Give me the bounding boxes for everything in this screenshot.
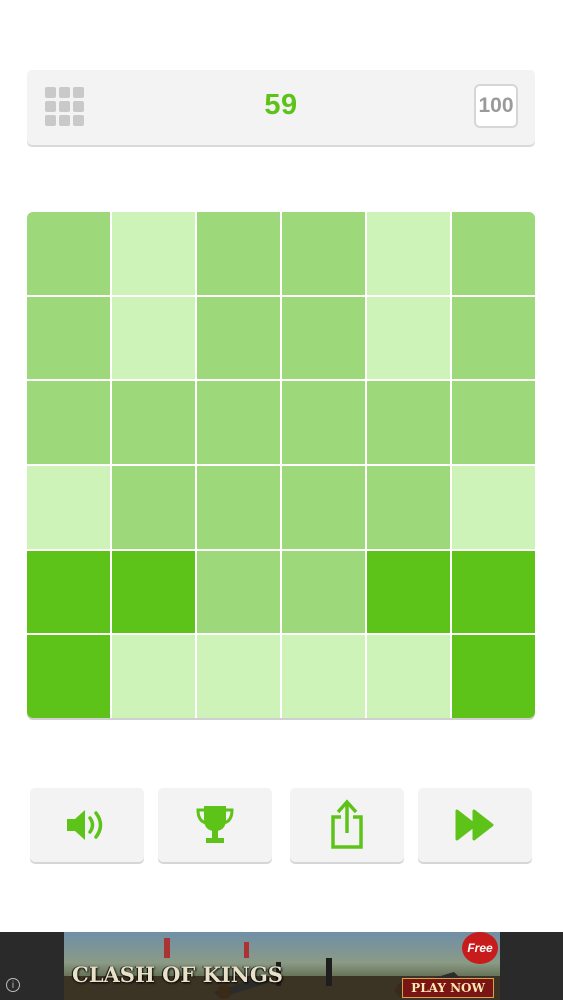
board-tile[interactable] <box>367 465 450 549</box>
header-bar: 59 100 <box>27 70 535 145</box>
info-icon[interactable]: i <box>6 978 20 992</box>
board-tile[interactable] <box>197 465 280 549</box>
board-tile[interactable] <box>452 381 535 464</box>
board-tile[interactable] <box>452 635 535 718</box>
board-tile[interactable] <box>112 550 195 634</box>
board-tile[interactable] <box>112 635 195 718</box>
level-number: 59 <box>264 89 298 121</box>
ad-title: CLASH OF KINGS <box>72 962 283 987</box>
board-tile[interactable] <box>27 465 110 549</box>
board-tile[interactable] <box>282 212 365 295</box>
ad-play-now-button[interactable]: PLAY NOW <box>402 978 494 998</box>
share-button[interactable] <box>290 788 404 862</box>
board-tile[interactable] <box>367 381 450 464</box>
board-tile[interactable] <box>452 550 535 634</box>
trophy-icon <box>196 806 234 843</box>
board-tile[interactable] <box>27 296 110 380</box>
board-tile[interactable] <box>282 635 365 718</box>
board-tile[interactable] <box>367 550 450 634</box>
board-tile[interactable] <box>112 465 195 549</box>
board-tile[interactable] <box>367 212 450 295</box>
board-tile[interactable] <box>282 381 365 464</box>
board-tile[interactable] <box>282 550 365 634</box>
sound-button[interactable] <box>30 788 144 862</box>
leaderboard-button[interactable] <box>158 788 272 862</box>
board-tile[interactable] <box>112 381 195 464</box>
board-tile[interactable] <box>282 465 365 549</box>
board-tile[interactable] <box>367 296 450 380</box>
board-tile[interactable] <box>367 635 450 718</box>
ad-image[interactable]: CLASH OF KINGS Free PLAY NOW <box>64 932 500 1000</box>
game-board <box>27 212 535 718</box>
speaker-icon <box>67 810 103 840</box>
board-tile[interactable] <box>27 381 110 464</box>
board-tile[interactable] <box>452 296 535 380</box>
fast-forward-icon <box>455 809 494 841</box>
board-tile[interactable] <box>112 212 195 295</box>
board-tile[interactable] <box>197 381 280 464</box>
skip-button[interactable] <box>418 788 532 862</box>
board-tile[interactable] <box>197 296 280 380</box>
board-tile[interactable] <box>27 550 110 634</box>
board-tile[interactable] <box>27 635 110 718</box>
board-tile[interactable] <box>197 550 280 634</box>
board-tile[interactable] <box>452 212 535 295</box>
board-tile[interactable] <box>282 296 365 380</box>
ad-free-badge: Free <box>462 932 498 964</box>
board-tile[interactable] <box>197 635 280 718</box>
target-score-badge: 100 <box>474 84 518 128</box>
share-icon <box>331 799 363 849</box>
board-tile[interactable] <box>452 465 535 549</box>
board-tile[interactable] <box>27 212 110 295</box>
board-tile[interactable] <box>112 296 195 380</box>
ad-banner[interactable]: CLASH OF KINGS Free PLAY NOW <box>0 932 563 1000</box>
board-tile[interactable] <box>197 212 280 295</box>
